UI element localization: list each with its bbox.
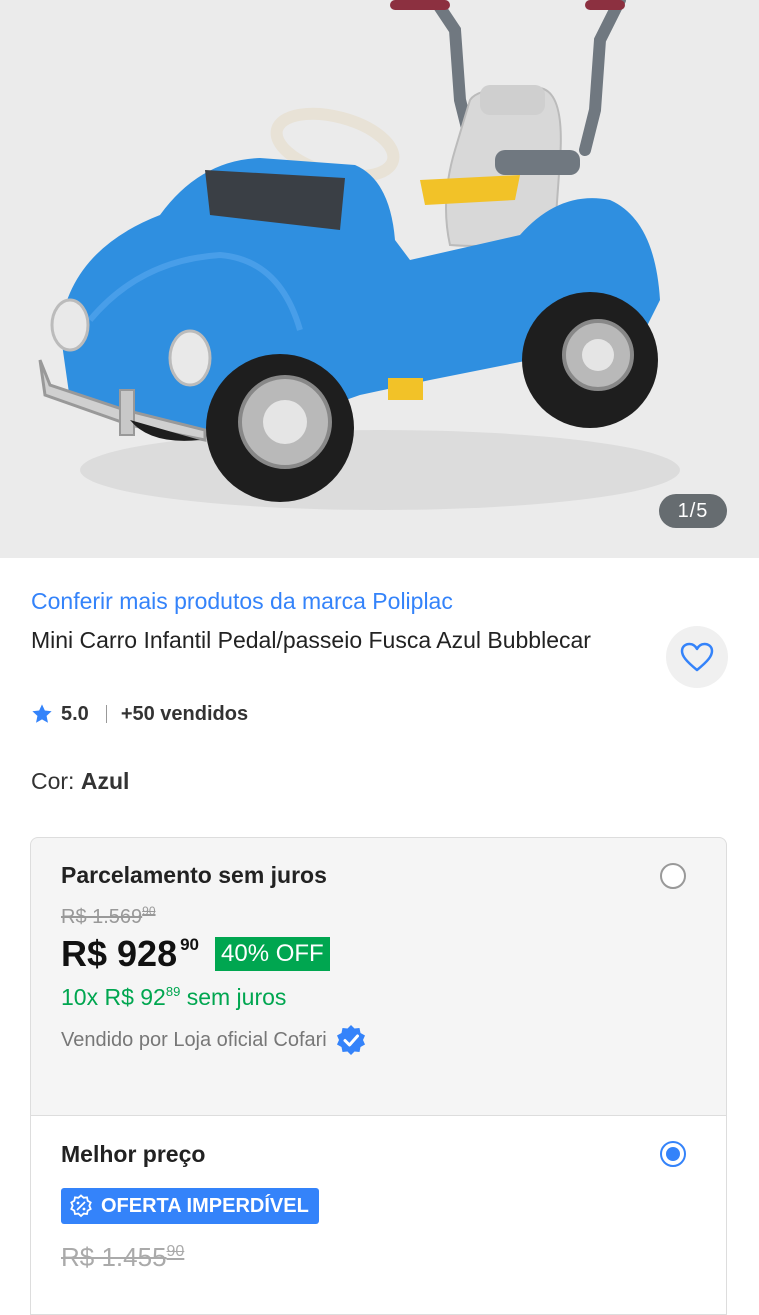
discount-seal-icon (70, 1194, 92, 1218)
image-counter: 1/5 (659, 494, 727, 528)
deal-badge-label: OFERTA IMPERDÍVEL (101, 1194, 309, 1217)
rating-summary[interactable]: 5.0 +50 vendidos (31, 699, 248, 729)
favorite-button[interactable] (666, 626, 728, 688)
sold-count: +50 vendidos (120, 702, 249, 725)
verified-badge-icon (336, 1025, 365, 1055)
divider (105, 705, 107, 723)
current-price: R$ 928 90 (61, 933, 200, 974)
color-label: Cor: (31, 768, 75, 794)
option-title: Melhor preço (61, 1141, 206, 1167)
deal-badge: OFERTA IMPERDÍVEL (61, 1188, 319, 1224)
color-value: Azul (80, 768, 130, 794)
rating-value: 5.0 (61, 702, 89, 725)
product-image-gallery[interactable]: 1/5 (0, 0, 759, 558)
option-radio-selected[interactable] (660, 1141, 686, 1167)
color-selector[interactable]: Cor: Azul (31, 768, 129, 795)
brand-store-link[interactable]: Conferir mais produtos da marca Poliplac (31, 588, 453, 615)
seller-text: Vendido por Loja oficial Cofari (61, 1028, 327, 1051)
purchase-option-best-price[interactable]: Melhor preço OFERTA IMPERDÍVEL R$ 1.4559… (30, 1115, 727, 1315)
star-icon (32, 704, 52, 723)
seller-info[interactable]: Vendido por Loja oficial Cofari (61, 1024, 367, 1056)
discount-badge: 40% OFF (215, 937, 330, 971)
product-image (38, 0, 680, 510)
purchase-option-installments[interactable]: Parcelamento sem juros R$ 1.56990 R$ 928… (30, 837, 727, 1116)
product-title: Mini Carro Infantil Pedal/passeio Fusca … (31, 627, 591, 653)
installments-text: 10x R$ 9289 sem juros (61, 984, 287, 1010)
option-radio[interactable] (660, 863, 686, 889)
heart-outline-icon (680, 642, 714, 672)
original-price: R$ 1.45590 (61, 1242, 185, 1272)
original-price: R$ 1.56990 (61, 904, 156, 928)
price-row: R$ 928 90 40% OFF (61, 933, 330, 975)
option-title: Parcelamento sem juros (61, 862, 327, 888)
